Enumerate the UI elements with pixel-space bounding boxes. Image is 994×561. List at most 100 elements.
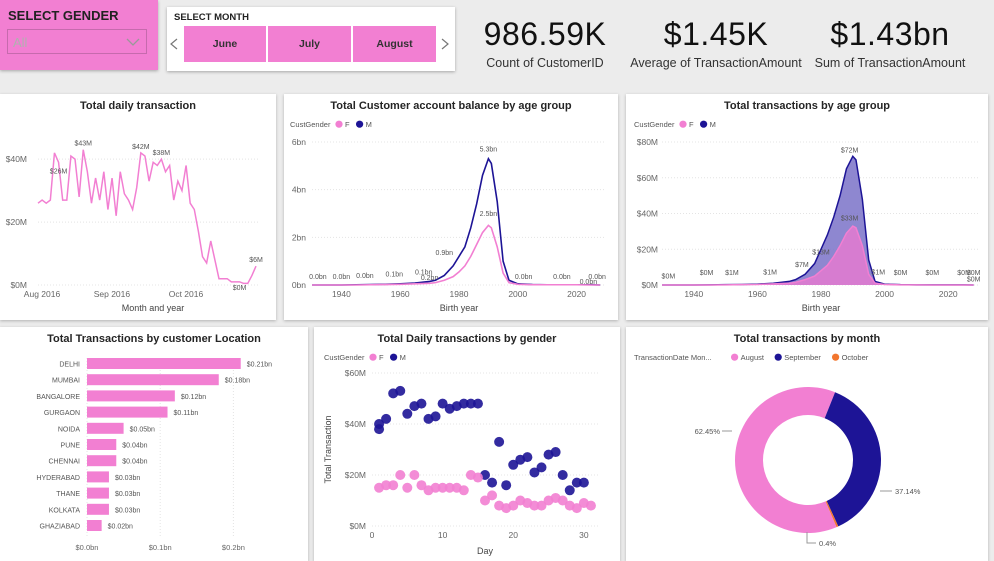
data-label: $33M xyxy=(841,216,859,223)
y-tick-label: 0bn xyxy=(292,280,306,290)
daily-transaction-card: Total daily transaction $0M $20M $40M Aug 2… xyxy=(0,94,276,320)
month-slicer: SELECT MONTH June July August xyxy=(167,7,455,71)
value-label: $0.03bn xyxy=(115,507,140,514)
legend-marker xyxy=(335,120,343,128)
point-f xyxy=(388,480,399,491)
point-m xyxy=(578,477,589,488)
bar xyxy=(87,487,109,499)
y-tick-label: $60M xyxy=(345,368,366,378)
legend-title: CustGender xyxy=(634,120,675,129)
bar xyxy=(87,455,117,467)
x-tick-label: 2020 xyxy=(939,289,958,299)
x-tick-label: Sep 2016 xyxy=(94,289,131,299)
value-label: $0.04bn xyxy=(122,443,147,450)
data-label: $7M xyxy=(795,262,809,269)
kpi-value: $1.43bn xyxy=(830,16,950,52)
x-tick-label: 1980 xyxy=(450,289,469,299)
month-slicer-title: SELECT MONTH xyxy=(174,12,249,23)
legend-marker xyxy=(700,120,708,128)
x-tick-label: 1940 xyxy=(332,289,351,299)
legend-marker xyxy=(390,353,398,361)
chevron-right-icon[interactable] xyxy=(441,38,449,50)
x-tick-label: $0.0bn xyxy=(76,543,99,552)
data-label: $38M xyxy=(153,150,171,157)
gender-slicer: SELECT GENDER All xyxy=(0,0,158,70)
month-button-july[interactable]: July xyxy=(268,26,351,62)
transactions-age-card: Total transactions by age group CustGend… xyxy=(626,94,988,320)
legend-item: October xyxy=(842,353,869,362)
slice-label: 37.14% xyxy=(895,487,921,496)
value-label: $0.12bn xyxy=(181,394,206,401)
month-donut-chart: TransactionDate Mon... August September Oct… xyxy=(634,353,921,548)
point-m xyxy=(557,470,568,480)
legend-marker xyxy=(731,353,739,361)
legend-title: TransactionDate Mon... xyxy=(634,353,712,362)
legend-marker xyxy=(369,353,377,361)
data-label: $1M xyxy=(763,269,777,276)
data-label: $0M xyxy=(700,270,714,277)
data-label: $43M xyxy=(74,141,92,148)
legend-marker xyxy=(679,120,687,128)
month-button-june[interactable]: June xyxy=(184,26,266,62)
daily-transaction-chart: $0M $20M $40M Aug 2016 Sep 2016 Oct 2016 Month… xyxy=(6,141,263,313)
category-label: PUNE xyxy=(61,443,81,450)
legend-item: M xyxy=(366,120,372,129)
x-tick-label: Oct 2016 xyxy=(169,289,204,299)
point-m xyxy=(522,452,533,463)
slice-label: 62.45% xyxy=(695,427,721,436)
gender-daily-card: Total Daily transactions by gender CustG… xyxy=(314,327,620,561)
gender-daily-chart: CustGender F M $0M $20M $40M $60M 0 10 20 30 Day Tot… xyxy=(323,353,598,556)
kpi-count-customers: 986.59K Count of CustomerID xyxy=(470,16,620,70)
value-label: $0.11bn xyxy=(174,410,199,417)
point-m xyxy=(487,477,498,488)
legend-item: F xyxy=(379,353,384,362)
series-line-m xyxy=(312,156,601,286)
x-tick-label: 20 xyxy=(509,530,519,540)
point-m xyxy=(550,447,561,458)
data-label: 0.0bn xyxy=(580,279,598,286)
x-tick-label: 2020 xyxy=(567,289,586,299)
data-label: $6M xyxy=(249,257,263,264)
x-axis-title: Birth year xyxy=(802,303,841,313)
month-donut-card: Total transactions by month TransactionD… xyxy=(626,327,988,561)
legend-item: M xyxy=(400,353,406,362)
gender-dropdown[interactable]: All xyxy=(7,29,147,54)
data-label: 2.5bn xyxy=(480,211,498,218)
y-axis-title: Total Transaction xyxy=(323,415,333,483)
bar xyxy=(87,439,117,450)
month-button-august[interactable]: August xyxy=(353,26,436,62)
leader-line xyxy=(806,532,816,544)
slice-label: 0.4% xyxy=(819,539,836,548)
category-label: BANGALORE xyxy=(36,394,80,401)
data-label: $13M xyxy=(812,250,830,257)
point-f xyxy=(402,482,413,493)
y-tick-label: 2bn xyxy=(292,232,306,242)
bar xyxy=(87,358,241,369)
x-tick-label: 1960 xyxy=(391,289,410,299)
chevron-left-icon[interactable] xyxy=(170,38,178,50)
value-label: $0.02bn xyxy=(108,524,133,531)
data-label: $42M xyxy=(132,144,150,151)
y-tick-label: $40M xyxy=(6,154,27,164)
data-label: 0.9bn xyxy=(436,250,454,257)
point-m xyxy=(501,480,512,491)
x-tick-label: 30 xyxy=(579,530,589,540)
legend-marker xyxy=(356,120,364,128)
x-tick-label: 2000 xyxy=(875,289,894,299)
y-tick-label: $20M xyxy=(6,217,27,227)
x-tick-label: 2000 xyxy=(508,289,527,299)
value-label: $0.04bn xyxy=(122,459,147,466)
point-m xyxy=(402,408,413,419)
legend-marker xyxy=(832,353,840,361)
category-label: NOIDA xyxy=(58,426,81,433)
legend-item: September xyxy=(784,353,821,362)
y-tick-label: $20M xyxy=(345,470,366,480)
value-label: $0.03bn xyxy=(115,491,140,498)
series-line xyxy=(37,149,257,285)
point-f xyxy=(487,490,498,501)
category-label: HYDERABAD xyxy=(36,475,80,482)
category-label: KOLKATA xyxy=(49,507,81,514)
legend-item: August xyxy=(741,353,765,362)
x-axis-title: Birth year xyxy=(440,303,479,313)
account-balance-chart: CustGender F M 0bn 2bn 4bn 6bn 1940 1960 1980 2000… xyxy=(290,120,606,313)
